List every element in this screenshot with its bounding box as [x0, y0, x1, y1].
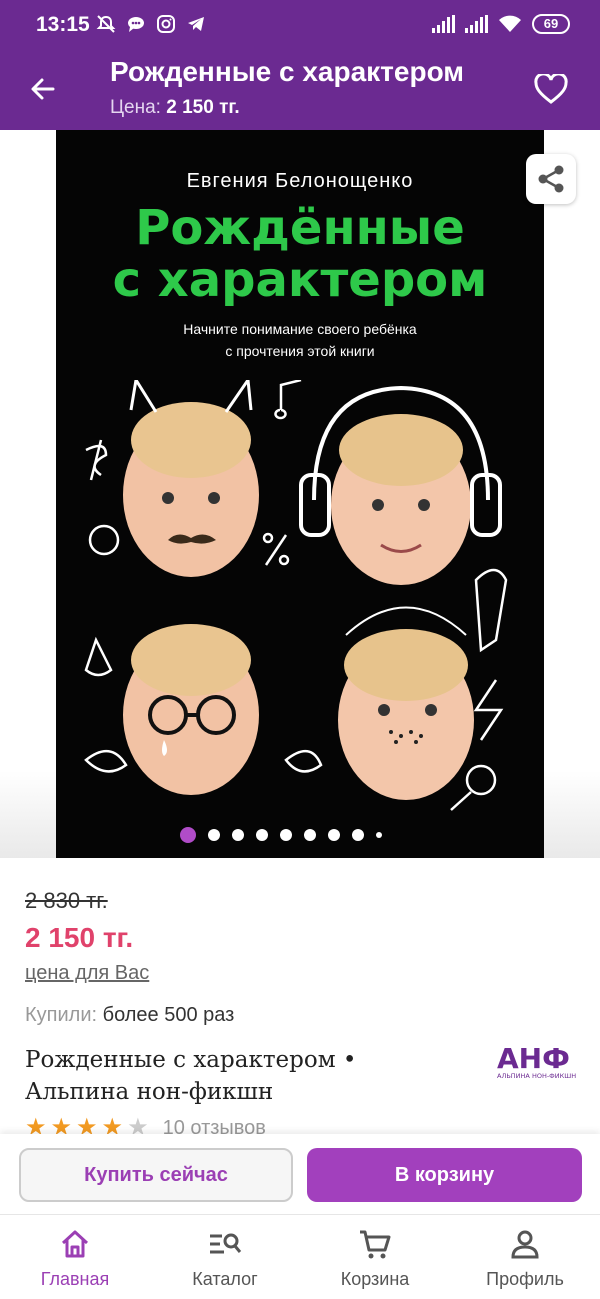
book-cover-image: Евгения Белонощенко Рождённые с характер…	[56, 130, 544, 858]
carousel-dot[interactable]	[256, 829, 268, 841]
cover-title: Рождённые с характером	[56, 202, 544, 306]
product-image-carousel[interactable]: Евгения Белонощенко Рождённые с характер…	[0, 130, 600, 858]
telegram-icon	[188, 17, 204, 31]
signal-icon	[432, 15, 455, 33]
carousel-dot[interactable]	[304, 829, 316, 841]
carousel-dot[interactable]	[328, 829, 340, 841]
header-price-value: 2 150 тг.	[166, 97, 240, 118]
status-bar: 13:15 69	[0, 0, 600, 48]
publisher-logo-mark: АНФ	[497, 1042, 570, 1075]
baby-face-glasses	[123, 624, 259, 795]
nav-label-cart: Корзина	[340, 1269, 410, 1289]
chat-icon	[128, 17, 144, 32]
add-to-cart-button[interactable]: В корзину	[307, 1148, 582, 1202]
status-system-icons: 69	[432, 14, 570, 34]
share-button[interactable]	[526, 154, 576, 204]
cover-author: Евгения Белонощенко	[186, 170, 414, 192]
nav-label-profile: Профиль	[486, 1269, 564, 1289]
cover-title-line1: Рождённые	[135, 200, 465, 256]
cover-illustration	[84, 380, 508, 811]
header-price: Цена: 2 150 тг.	[110, 97, 240, 119]
nav-item-profile[interactable]: Профиль	[450, 1215, 600, 1299]
cart-icon	[360, 1230, 391, 1259]
arrow-left-icon	[31, 78, 55, 100]
favorite-button[interactable]	[528, 66, 574, 112]
buy-now-button[interactable]: Купить сейчас	[19, 1148, 293, 1202]
price-for-you-link[interactable]: цена для Вас	[25, 962, 149, 985]
wifi-icon	[499, 15, 521, 32]
back-button[interactable]	[20, 66, 66, 112]
purchase-count-label: Купили:	[25, 1004, 98, 1026]
status-notification-icons	[96, 14, 206, 34]
current-price: 2 150 тг.	[25, 922, 134, 953]
carousel-dot[interactable]	[352, 829, 364, 841]
product-screen: 13:15 69 Рожденные с характером Цена: 2 …	[0, 0, 600, 1299]
profile-icon	[511, 1230, 539, 1259]
purchase-action-bar: Купить сейчас В корзину	[0, 1134, 600, 1214]
nav-label-catalog: Каталог	[192, 1269, 258, 1289]
carousel-dot[interactable]	[208, 829, 220, 841]
bottom-navigation: Главная Каталог Корзина Профиль	[0, 1214, 600, 1299]
signal-icon	[465, 15, 488, 33]
purchase-count-value: более 500 раз	[102, 1004, 235, 1026]
baby-face-headphones	[299, 385, 502, 585]
baby-face-devil	[123, 380, 259, 577]
heart-icon	[534, 74, 568, 104]
publisher-logo[interactable]: АНФ АЛЬПИНА НОН-ФИКШН	[497, 1040, 577, 1082]
status-time: 13:15	[36, 13, 90, 36]
purchase-count: Купили: более 500 раз	[25, 1004, 234, 1027]
cover-tagline: Начните понимание своего ребёнка с прочт…	[56, 318, 544, 362]
nav-item-cart[interactable]: Корзина	[300, 1215, 450, 1299]
home-icon	[61, 1230, 89, 1258]
cover-tagline-line1: Начните понимание своего ребёнка	[183, 321, 417, 337]
catalog-search-icon	[210, 1233, 242, 1254]
carousel-indicator	[180, 827, 382, 843]
product-name: Рожденные с характером • Альпина нон-фик…	[25, 1047, 357, 1105]
nav-label-home: Главная	[40, 1269, 110, 1289]
instagram-icon	[157, 15, 175, 33]
battery-icon: 69	[532, 14, 570, 34]
carousel-dot[interactable]	[280, 829, 292, 841]
carousel-dot[interactable]	[232, 829, 244, 841]
carousel-dot-active[interactable]	[180, 827, 196, 843]
carousel-dot[interactable]	[376, 832, 382, 838]
nav-item-home[interactable]: Главная	[0, 1215, 150, 1299]
publisher-logo-sub: АЛЬПИНА НОН-ФИКШН	[497, 1072, 576, 1080]
app-bar: Рожденные с характером Цена: 2 150 тг.	[0, 48, 600, 130]
mute-icon	[96, 15, 116, 33]
cover-tagline-line2: с прочтения этой книги	[225, 343, 375, 359]
old-price: 2 830 тг.	[25, 888, 108, 913]
header-price-label: Цена:	[110, 97, 161, 118]
baby-face-freckles	[338, 606, 474, 800]
share-icon	[538, 165, 564, 193]
page-title: Рожденные с характером	[110, 56, 465, 87]
nav-item-catalog[interactable]: Каталог	[150, 1215, 300, 1299]
cover-title-line2: с характером	[112, 252, 488, 308]
